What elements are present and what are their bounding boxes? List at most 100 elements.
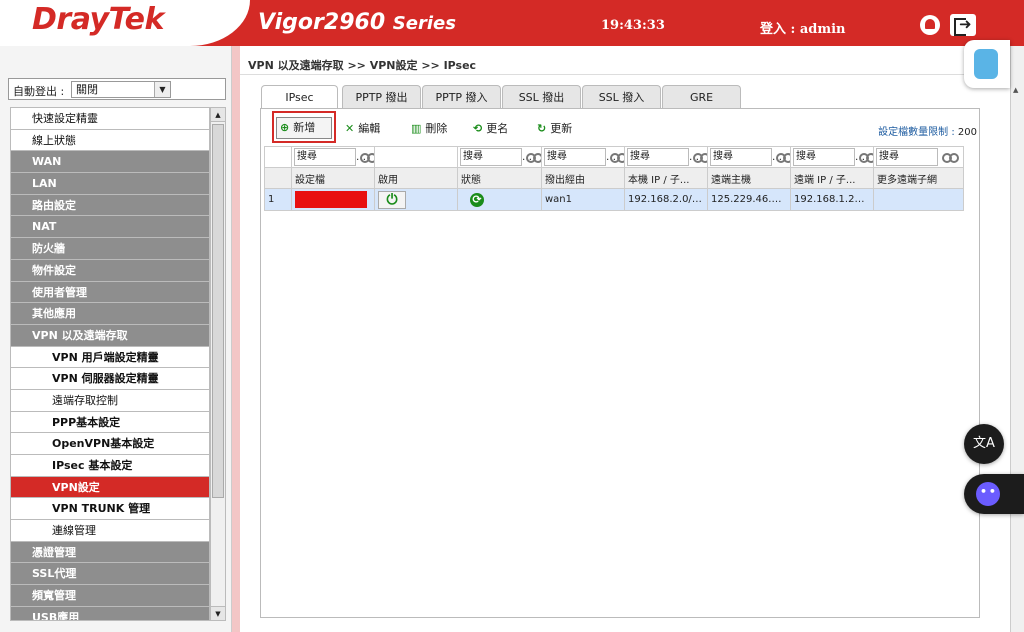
tab-ssl-dialout[interactable]: SSL 撥出 xyxy=(502,85,581,109)
login-user: 登入 : admin xyxy=(760,22,846,37)
sidebar-item[interactable]: NAT xyxy=(11,216,209,239)
chevron-down-icon: ▼ xyxy=(154,82,170,97)
column-header[interactable]: 啟用 xyxy=(374,167,458,189)
sidebar-item[interactable]: VPN TRUNK 管理 xyxy=(11,498,209,521)
binoculars-icon[interactable] xyxy=(610,151,624,163)
column-header[interactable]: 遠端 IP / 子... xyxy=(790,167,874,189)
draytek-logo: DrayTek xyxy=(32,2,164,37)
search-cell: 搜尋 xyxy=(790,146,874,168)
notification-bell-icon[interactable] xyxy=(920,15,940,35)
add-button[interactable]: ⊕ 新增 xyxy=(276,117,332,139)
column-header[interactable]: 遠端主機 xyxy=(707,167,791,189)
toolbar: ⊕ 新增 ✕ 編輯 ▥ 刪除 ⟲ 更名 ↻ 更新 設定檔數量限制 : 200 xyxy=(261,109,979,145)
edit-button[interactable]: ✕ 編輯 xyxy=(345,119,380,139)
dialout-via-cell: wan1 xyxy=(541,188,625,211)
binoculars-icon[interactable] xyxy=(526,151,541,163)
sidebar-item[interactable]: VPN設定 xyxy=(11,476,209,499)
search-cell: 搜尋 xyxy=(457,146,542,168)
sidebar-item[interactable]: SSL代理 xyxy=(11,563,209,586)
table-row[interactable]: 1 ⏻ ⟳ wan1 192.168.2.0/24 125.229.46.232… xyxy=(264,188,964,211)
refresh-icon: ↻ xyxy=(537,122,547,135)
search-input[interactable]: 搜尋 xyxy=(793,148,855,166)
trash-icon: ▥ xyxy=(411,122,422,135)
profile-limit: 設定檔數量限制 : 200 xyxy=(878,127,977,138)
assistant-icon[interactable] xyxy=(964,474,1024,514)
sidebar-item[interactable]: VPN 以及遠端存取 xyxy=(11,324,209,347)
search-cell: 搜尋 xyxy=(873,146,964,168)
auto-logout-select[interactable]: 關閉 ▼ xyxy=(71,81,171,98)
logo-area: DrayTek xyxy=(0,0,250,46)
tab-gre[interactable]: GRE xyxy=(662,85,741,109)
sidebar-item[interactable]: 頻寬管理 xyxy=(11,585,209,607)
search-input[interactable]: 搜尋 xyxy=(294,148,356,166)
search-input[interactable]: 搜尋 xyxy=(627,148,689,166)
tab-ssl-dialin[interactable]: SSL 撥入 xyxy=(582,85,661,109)
sidebar-item[interactable]: 快速設定精靈 xyxy=(11,108,209,130)
redacted-profile-name xyxy=(295,191,367,208)
profile-table: 搜尋 搜尋 搜尋 搜尋 搜尋 搜尋 搜尋 設定檔 啟用 狀態 撥出經由 本機 I… xyxy=(264,146,964,211)
binoculars-icon[interactable] xyxy=(360,151,374,163)
model-name: Vigor2960 Series xyxy=(258,10,456,35)
delete-button[interactable]: ▥ 刪除 xyxy=(411,119,447,139)
tab-pptp-dialout[interactable]: PPTP 撥出 xyxy=(342,85,421,109)
auto-logout-label: 自動登出 : xyxy=(13,85,65,98)
remote-ip-cell: 192.168.1.25... xyxy=(790,188,874,211)
more-remote-subnet-cell xyxy=(873,188,964,211)
sidebar-item[interactable]: 憑證管理 xyxy=(11,541,209,564)
sidebar-item[interactable]: 遠端存取控制 xyxy=(11,389,209,412)
auto-logout-bar: 自動登出 : 關閉 ▼ xyxy=(8,78,226,100)
binoculars-icon[interactable] xyxy=(693,151,707,163)
local-ip-cell: 192.168.2.0/24 xyxy=(624,188,708,211)
sidebar-item[interactable]: 防火牆 xyxy=(11,238,209,260)
tab-ipsec[interactable]: IPsec xyxy=(261,85,338,110)
column-header[interactable]: 撥出經由 xyxy=(541,167,625,189)
profile-name-cell xyxy=(291,188,375,211)
sidebar-item[interactable]: 線上狀態 xyxy=(11,129,209,152)
column-header[interactable]: 更多遠端子網 xyxy=(873,167,964,189)
scroll-down-icon[interactable]: ▼ xyxy=(211,606,225,620)
sidebar-item[interactable]: 使用者管理 xyxy=(11,281,209,304)
breadcrumb: VPN 以及遠端存取 >> VPN設定 >> IPsec xyxy=(248,59,477,72)
sidebar-item[interactable]: 物件設定 xyxy=(11,259,209,282)
sidebar-menu: 快速設定精靈 線上狀態 WAN LAN 路由設定 NAT 防火牆 物件設定 使用者管理 其他應用 V… xyxy=(10,107,210,621)
rename-button[interactable]: ⟲ 更名 xyxy=(473,119,508,139)
search-input[interactable]: 搜尋 xyxy=(710,148,772,166)
sidebar-item[interactable]: 其他應用 xyxy=(11,303,209,325)
status-cell: ⟳ xyxy=(457,188,542,211)
sidebar-item[interactable]: 路由設定 xyxy=(11,194,209,217)
binoculars-icon[interactable] xyxy=(859,151,873,163)
sidebar-item[interactable]: USB應用 xyxy=(11,606,209,620)
column-header[interactable]: 狀態 xyxy=(457,167,542,189)
search-input[interactable]: 搜尋 xyxy=(460,148,522,166)
sidebar-app-icon[interactable] xyxy=(964,40,1010,88)
sidebar-item[interactable]: OpenVPN基本設定 xyxy=(11,433,209,455)
sidebar-scrollbar[interactable]: ▲ ▼ xyxy=(210,107,226,621)
column-header[interactable]: 設定檔 xyxy=(291,167,375,189)
remote-host-cell: 125.229.46.232 xyxy=(707,188,791,211)
sidebar-item[interactable]: 連線管理 xyxy=(11,520,209,542)
power-toggle-icon[interactable]: ⏻ xyxy=(378,190,406,209)
top-header: DrayTek Vigor2960 Series 19:43:33 登入 : a… xyxy=(0,0,1024,46)
sidebar-item[interactable]: VPN 伺服器設定精靈 xyxy=(11,368,209,390)
column-header[interactable]: 本機 IP / 子... xyxy=(624,167,708,189)
logout-icon[interactable] xyxy=(950,14,976,36)
scroll-up-icon[interactable]: ▲ xyxy=(211,108,225,122)
refresh-button[interactable]: ↻ 更新 xyxy=(537,119,572,139)
scroll-up-icon[interactable]: ▲ xyxy=(1013,86,1018,94)
search-input[interactable]: 搜尋 xyxy=(876,148,938,166)
page-scrollbar[interactable]: ▲ xyxy=(1010,46,1024,632)
scroll-thumb[interactable] xyxy=(212,124,224,498)
binoculars-icon[interactable] xyxy=(942,151,959,163)
search-cell: 搜尋 xyxy=(707,146,791,168)
sidebar-item[interactable]: VPN 用戶端設定精靈 xyxy=(11,346,209,369)
search-input[interactable]: 搜尋 xyxy=(544,148,606,166)
sidebar-item[interactable]: WAN xyxy=(11,151,209,174)
sidebar-item[interactable]: IPsec 基本設定 xyxy=(11,455,209,477)
translate-icon[interactable]: 文A xyxy=(964,424,1004,464)
sidebar-item[interactable]: LAN xyxy=(11,173,209,195)
add-icon: ⊕ xyxy=(280,121,290,134)
sidebar-item[interactable]: PPP基本設定 xyxy=(11,411,209,434)
binoculars-icon[interactable] xyxy=(776,151,790,163)
table-header: 設定檔 啟用 狀態 撥出經由 本機 IP / 子... 遠端主機 遠端 IP /… xyxy=(264,167,964,189)
tab-pptp-dialin[interactable]: PPTP 撥入 xyxy=(422,85,501,109)
